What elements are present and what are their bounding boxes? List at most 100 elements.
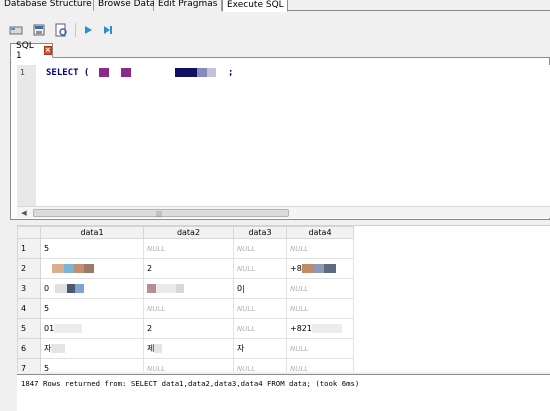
column-header[interactable]: data4 — [286, 226, 354, 239]
sql-editor[interactable]: SELECT ( ; — [36, 65, 550, 206]
redacted-text — [301, 264, 314, 273]
redacted-text — [156, 284, 176, 293]
column-header[interactable]: data2 — [143, 226, 234, 239]
cell-text: 01 — [44, 324, 55, 333]
execute-line-icon[interactable] — [100, 22, 116, 38]
redacted-text — [121, 68, 131, 77]
cell[interactable]: 2 — [143, 258, 234, 279]
cell-text: 0 — [44, 284, 50, 293]
redacted-text — [51, 344, 66, 353]
cell[interactable]: 5 — [40, 298, 144, 319]
tab-edit-pragmas[interactable]: Edit Pragmas — [154, 0, 222, 11]
column-header[interactable]: data1 — [40, 226, 144, 239]
table-row[interactable]: 1 5 NULL NULL NULL — [17, 238, 354, 259]
sql-code-line: SELECT ( — [46, 68, 90, 78]
cell[interactable]: NULL — [233, 258, 287, 279]
cell[interactable]: NULL — [286, 298, 354, 319]
open-tab-icon[interactable] — [8, 22, 24, 38]
cell[interactable]: NULL — [143, 298, 234, 319]
query-status-text: 1847 Rows returned from: SELECT data1,da… — [21, 379, 360, 388]
row-number[interactable]: 5 — [17, 318, 41, 339]
cell[interactable]: 01 — [40, 318, 144, 339]
cell[interactable]: NULL — [233, 318, 287, 339]
open-sql-file-icon[interactable] — [31, 22, 47, 38]
redacted-text — [54, 324, 83, 333]
cell[interactable]: 5 — [40, 358, 144, 372]
redacted-text — [147, 284, 156, 293]
table-row[interactable]: 3 0 0| NULL — [17, 278, 354, 299]
cell[interactable]: 2 — [143, 318, 234, 339]
cell[interactable]: 제 — [143, 338, 234, 359]
row-number[interactable]: 6 — [17, 338, 41, 359]
save-sql-file-icon[interactable] — [53, 22, 69, 38]
cell[interactable]: NULL — [286, 278, 354, 299]
cell[interactable]: +8 — [286, 258, 354, 279]
main-tab-bar: Database Structure Browse Data Edit Prag… — [0, 0, 550, 12]
line-number: 1 — [20, 68, 25, 77]
sql-editor-tab[interactable]: SQL 1 × — [10, 41, 53, 61]
scrollbar-thumb[interactable]: ||| — [33, 209, 289, 218]
corner-cell[interactable] — [17, 226, 41, 239]
cell-text: +821 — [290, 324, 312, 333]
table-row[interactable]: 6 자 제 자 NULL — [17, 338, 354, 359]
cell[interactable]: NULL — [143, 238, 234, 259]
cell[interactable] — [40, 258, 144, 279]
cell-text: 제 — [147, 344, 155, 353]
table-row[interactable]: 5 01 2 NULL +821 — [17, 318, 354, 339]
tab-browse-data[interactable]: Browse Data — [94, 0, 155, 11]
redacted-text — [75, 284, 85, 293]
scroll-left-icon[interactable]: ◀ — [19, 208, 29, 218]
row-number[interactable]: 1 — [17, 238, 41, 259]
execute-all-icon[interactable] — [80, 22, 96, 38]
redacted-text — [74, 264, 84, 273]
table-row[interactable]: 4 5 NULL NULL NULL — [17, 298, 354, 319]
cell[interactable] — [143, 278, 234, 299]
editor-horizontal-scrollbar[interactable]: ◀ ||| — [17, 206, 550, 218]
tab-database-structure[interactable]: Database Structure — [0, 0, 94, 11]
cell[interactable]: NULL — [286, 358, 354, 372]
cell[interactable]: NULL — [143, 358, 234, 372]
redacted-text — [313, 264, 324, 273]
cell[interactable]: 0 — [40, 278, 144, 299]
header-row: data1 data2 data3 data4 — [17, 226, 354, 239]
cell-text: +8 — [290, 264, 302, 273]
row-number[interactable]: 3 — [17, 278, 41, 299]
redacted-text — [84, 264, 94, 273]
redacted-text — [52, 264, 64, 273]
redacted-text — [175, 68, 197, 77]
cell-text: 자 — [44, 344, 52, 353]
table-row[interactable]: 7 5 NULL NULL NULL — [17, 358, 354, 372]
row-number[interactable]: 7 — [17, 358, 41, 372]
grip-icon: ||| — [156, 211, 163, 218]
redacted-text — [176, 284, 184, 293]
cell[interactable]: 0| — [233, 278, 287, 299]
query-message-panel: 1847 Rows returned from: SELECT data1,da… — [17, 374, 550, 411]
cell[interactable]: NULL — [233, 358, 287, 372]
toolbar-separator — [75, 23, 76, 37]
cell[interactable]: 자 — [233, 338, 287, 359]
cell[interactable]: NULL — [233, 238, 287, 259]
close-icon[interactable]: × — [43, 46, 52, 55]
redacted-text — [207, 68, 216, 77]
cell[interactable]: NULL — [286, 238, 354, 259]
redacted-text — [67, 284, 76, 293]
tab-execute-sql[interactable]: Execute SQL — [222, 0, 288, 12]
sql-code-end: ; — [228, 68, 234, 78]
row-number[interactable]: 4 — [17, 298, 41, 319]
cell[interactable]: +821 — [286, 318, 354, 339]
cell[interactable]: NULL — [233, 298, 287, 319]
redacted-text — [64, 264, 74, 273]
row-number[interactable]: 2 — [17, 258, 41, 279]
redacted-text — [55, 284, 68, 293]
column-header[interactable]: data3 — [233, 226, 287, 239]
results-table: data1 data2 data3 data4 1 5 NULL NULL NU… — [17, 226, 354, 372]
results-grid[interactable]: data1 data2 data3 data4 1 5 NULL NULL NU… — [17, 225, 550, 372]
cell[interactable]: 5 — [40, 238, 144, 259]
cell[interactable]: 자 — [40, 338, 144, 359]
redacted-text — [323, 264, 336, 273]
redacted-text — [197, 68, 207, 77]
redacted-text — [99, 68, 109, 77]
redacted-text — [311, 324, 342, 333]
table-row[interactable]: 2 2 NULL +8 — [17, 258, 354, 279]
cell[interactable]: NULL — [286, 338, 354, 359]
